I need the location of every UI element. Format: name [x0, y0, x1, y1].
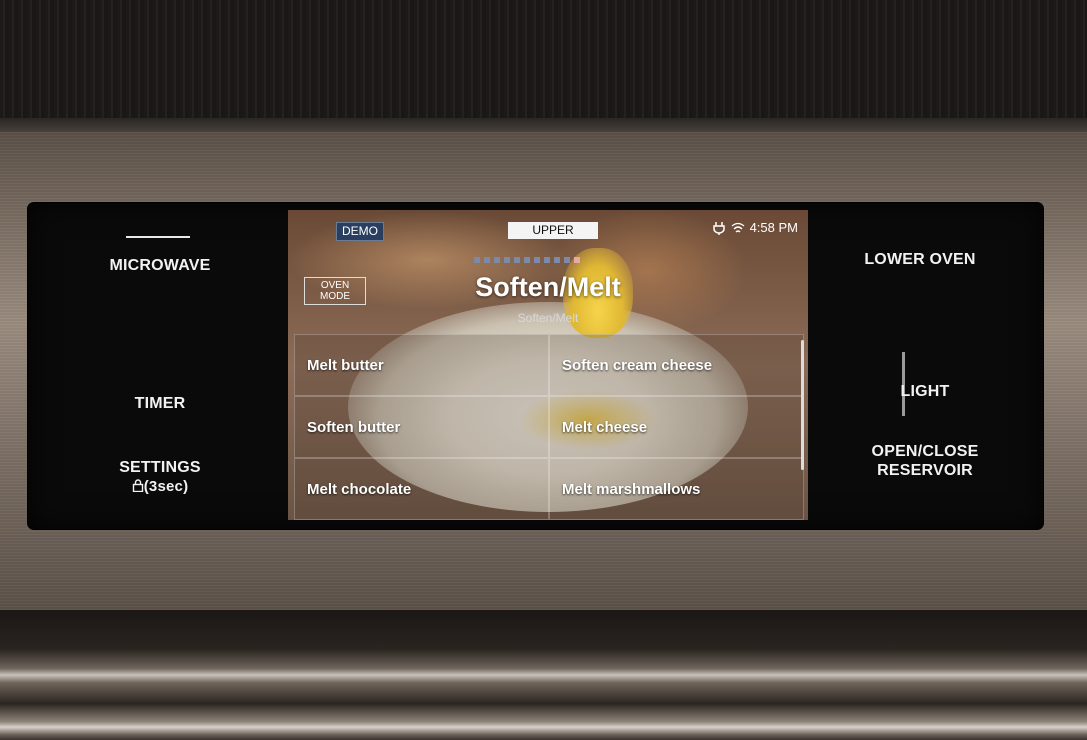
page-dot	[564, 257, 570, 263]
lock-icon	[132, 479, 143, 493]
page-dot	[484, 257, 490, 263]
page-dot	[524, 257, 530, 263]
lock-duration: (3sec)	[143, 478, 189, 495]
settings-label: SETTINGS	[119, 459, 201, 476]
option-melt-marshmallows[interactable]: Melt marshmallows	[549, 458, 804, 520]
page-dot	[534, 257, 540, 263]
lower-oven-button[interactable]: LOWER OVEN	[850, 250, 990, 269]
open-close-label: OPEN/CLOSE	[871, 443, 979, 460]
clock-time: 4:58 PM	[749, 220, 798, 235]
mode-subtitle: Soften/Melt	[517, 311, 579, 325]
settings-button[interactable]: SETTINGS (3sec)	[95, 458, 225, 496]
option-grid: Melt butter Soften cream cheese Soften b…	[294, 334, 804, 520]
microwave-button[interactable]: MICROWAVE	[90, 256, 230, 275]
status-area: 4:58 PM	[712, 220, 798, 235]
touch-screen: DEMO UPPER 4:58 PM OVEN MODE Soften/Melt…	[288, 210, 808, 520]
page-dot	[514, 257, 520, 263]
option-melt-chocolate[interactable]: Melt chocolate	[294, 458, 549, 520]
wifi-icon	[731, 222, 744, 232]
option-soften-butter[interactable]: Soften butter	[294, 396, 549, 458]
page-dot	[474, 257, 480, 263]
settings-lock-hint: (3sec)	[95, 477, 225, 496]
options-scrollbar[interactable]	[801, 340, 804, 470]
plug-icon	[712, 221, 725, 235]
timer-label: TIMER	[134, 395, 186, 412]
microwave-label: MICROWAVE	[109, 257, 211, 274]
lower-oven-label: LOWER OVEN	[864, 251, 976, 268]
mode-title: Soften/Melt	[475, 272, 621, 302]
option-soften-cream-cheese[interactable]: Soften cream cheese	[549, 334, 804, 396]
oven-door-trim	[0, 610, 1087, 740]
open-close-reservoir-button[interactable]: OPEN/CLOSE RESERVOIR	[855, 442, 995, 480]
light-label: LIGHT	[900, 383, 950, 400]
microwave-active-indicator	[126, 236, 190, 238]
page-dot	[494, 257, 500, 263]
page-dot	[574, 257, 580, 263]
cabinet-wall	[0, 0, 1087, 132]
page-dot	[554, 257, 560, 263]
screen-status-bar: DEMO UPPER 4:58 PM	[288, 210, 808, 241]
timer-button[interactable]: TIMER	[100, 394, 220, 413]
page-dot	[544, 257, 550, 263]
option-melt-cheese[interactable]: Melt cheese	[549, 396, 804, 458]
page-indicator	[474, 257, 580, 263]
option-melt-butter[interactable]: Melt butter	[294, 334, 549, 396]
reservoir-label: RESERVOIR	[877, 462, 973, 479]
demo-badge: DEMO	[336, 222, 384, 241]
light-button[interactable]: LIGHT	[880, 382, 970, 401]
page-dot	[504, 257, 510, 263]
upper-cavity-tab[interactable]: UPPER	[508, 222, 598, 239]
